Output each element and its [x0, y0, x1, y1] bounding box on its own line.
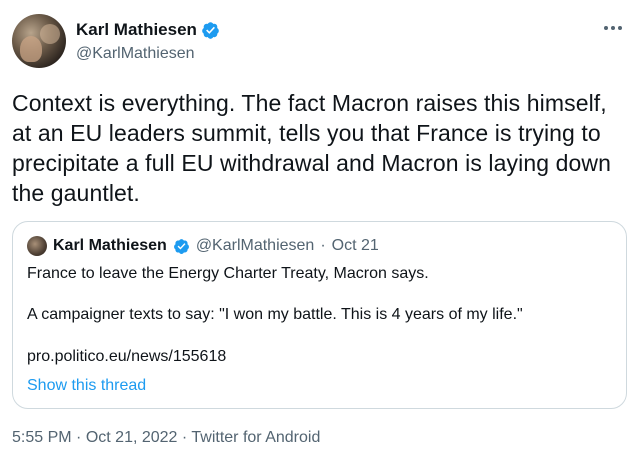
tweet-date[interactable]: Oct 21, 2022: [86, 429, 178, 446]
quoted-author-handle: @KarlMathiesen: [195, 237, 315, 254]
quoted-date: Oct 21: [331, 237, 379, 254]
quoted-text-line-1: France to leave the Energy Charter Treat…: [27, 265, 429, 282]
author-handle[interactable]: @KarlMathiesen: [76, 45, 220, 63]
quoted-url[interactable]: pro.politico.eu/news/155618: [27, 348, 226, 366]
tweet-header: Karl Mathiesen @KarlMathiesen: [12, 14, 628, 70]
quoted-separator: ·: [320, 237, 326, 254]
footer-separator-2: ·: [181, 429, 188, 446]
quoted-author-name: Karl Mathiesen: [53, 237, 167, 254]
tweet-time[interactable]: 5:55 PM: [12, 429, 72, 446]
quoted-verified-badge-icon: [173, 238, 189, 254]
avatar[interactable]: [12, 14, 66, 68]
verified-badge-icon: [202, 21, 219, 39]
quoted-avatar: [27, 236, 47, 256]
quoted-text-line-2: A campaigner texts to say: "I won my bat…: [27, 306, 523, 323]
more-options-icon[interactable]: [600, 18, 626, 38]
tweet-source[interactable]: Twitter for Android: [191, 429, 320, 446]
author-info: Karl Mathiesen @KarlMathiesen: [76, 20, 220, 63]
author-name[interactable]: Karl Mathiesen: [76, 20, 197, 40]
quoted-tweet-header: Karl Mathiesen @KarlMathiesen · Oct 21: [27, 236, 379, 256]
tweet-footer: 5:55 PM · Oct 21, 2022 · Twitter for And…: [12, 429, 320, 447]
tweet-text: Context is everything. The fact Macron r…: [12, 90, 611, 206]
footer-separator-1: ·: [76, 429, 82, 446]
tweet: Karl Mathiesen @KarlMathiesen Context is…: [0, 0, 640, 462]
quoted-tweet[interactable]: Karl Mathiesen @KarlMathiesen · Oct 21 F…: [12, 221, 627, 409]
show-thread-link[interactable]: Show this thread: [27, 377, 146, 395]
